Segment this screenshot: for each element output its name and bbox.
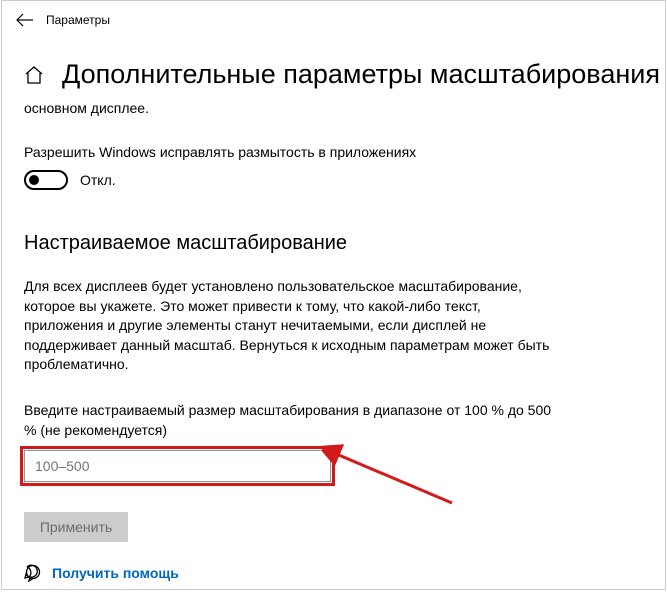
blur-fix-toggle[interactable] xyxy=(24,170,68,190)
page-title: Дополнительные параметры масштабирования xyxy=(62,59,660,90)
scale-input-hint: Введите настраиваемый размер масштабиров… xyxy=(24,401,564,440)
toggle-state-label: Откл. xyxy=(80,172,116,188)
back-button[interactable] xyxy=(14,9,36,31)
get-help-link[interactable]: Получить помощь xyxy=(52,565,179,581)
scale-input[interactable] xyxy=(24,450,331,482)
allow-fix-label: Разрешить Windows исправлять размытость … xyxy=(24,144,645,160)
help-icon xyxy=(24,564,42,582)
truncated-text: основном дисплее. xyxy=(24,100,645,116)
home-icon[interactable] xyxy=(24,63,44,87)
custom-scaling-heading: Настраиваемое масштабирование xyxy=(24,232,645,255)
custom-scaling-description: Для всех дисплеев будет установлено поль… xyxy=(24,277,564,375)
apply-button[interactable]: Применить xyxy=(24,512,128,542)
app-name: Параметры xyxy=(46,13,110,27)
